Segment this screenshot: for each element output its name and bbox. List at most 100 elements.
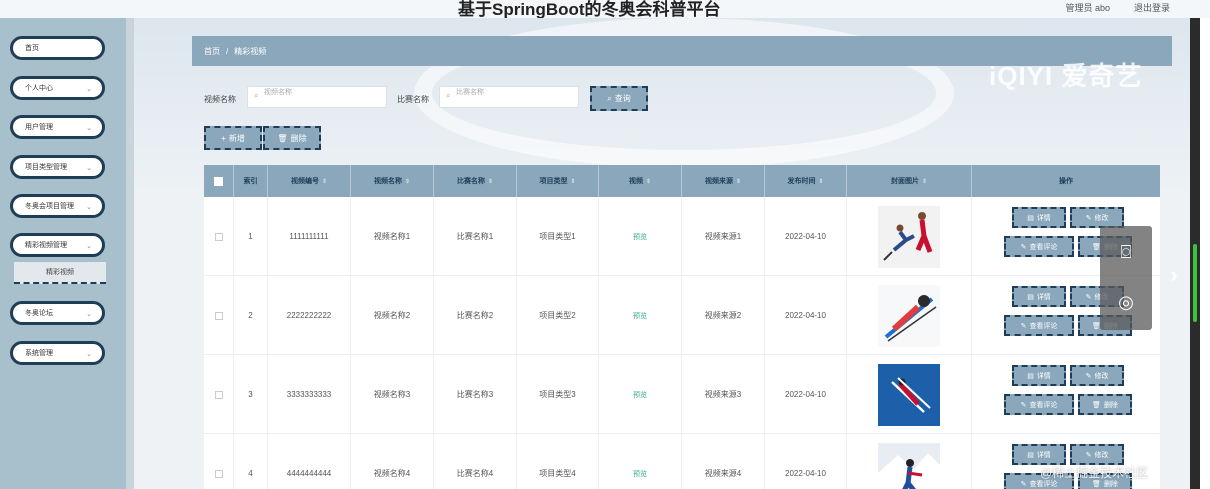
cover-image-alpine-ski[interactable] — [878, 442, 940, 489]
detail-label: 详情 — [1036, 451, 1051, 459]
sidebar-item-label: 项目类型管理 — [25, 164, 67, 171]
sort-icon[interactable]: ⇕ — [570, 178, 575, 185]
column-header-cover[interactable]: 封面图片 ⇕ — [847, 165, 972, 197]
sidebar-item-olympic-projects[interactable]: 冬奥会项目管理 ⌄ — [10, 194, 105, 218]
breadcrumb-home[interactable]: 首页 — [204, 46, 220, 57]
app-title: 基于SpringBoot的冬奥会科普平台 — [458, 0, 721, 19]
edit-button[interactable]: ✎修改 — [1070, 365, 1124, 386]
sort-icon[interactable]: ⇕ — [322, 178, 327, 185]
edit-icon: ✎ — [1020, 401, 1027, 409]
query-button-label: 查询 — [614, 94, 631, 103]
table-row: 1 1111111111 视频名称1 比赛名称1 项目类型1 预览 视频来源1 … — [204, 197, 1160, 276]
breadcrumb-separator: / — [226, 46, 229, 56]
sidebar-item-users[interactable]: 用户管理 ⌄ — [10, 115, 105, 139]
column-header-source[interactable]: 视频来源 ⇕ — [682, 165, 765, 197]
cell-video-preview-link[interactable]: 预览 — [599, 355, 682, 434]
detail-button[interactable]: ▤ 详情 — [1012, 444, 1066, 465]
sort-icon[interactable]: ⇕ — [922, 178, 927, 185]
chevron-down-icon: ⌄ — [86, 351, 92, 358]
cell-source: 视频来源1 — [682, 197, 765, 276]
edit-button[interactable]: ✎修改 — [1070, 207, 1124, 228]
cover-image-ski-jump[interactable] — [878, 284, 940, 347]
user-info: 管理员 abo — [1065, 3, 1110, 13]
sort-icon[interactable]: ⇕ — [488, 178, 493, 185]
sort-icon[interactable]: ⇕ — [818, 178, 823, 185]
row-checkbox[interactable] — [214, 469, 223, 478]
cover-image-ski-jump-sky[interactable] — [878, 363, 940, 426]
comments-label: 查看评论 — [1029, 322, 1058, 330]
cell-video-preview-link[interactable]: 预览 — [599, 434, 682, 489]
cell-video-no: 2222222222 — [268, 276, 351, 355]
row-checkbox-cell[interactable] — [204, 197, 234, 276]
detail-button[interactable]: ▤ 详情 — [1012, 365, 1066, 386]
sort-icon[interactable]: ⇕ — [646, 178, 651, 185]
match-name-placeholder: 比赛名称 — [456, 89, 484, 96]
header-checkbox-cell[interactable] — [204, 165, 234, 197]
column-header-video-no[interactable]: 视频编号 ⇕ — [268, 165, 351, 197]
cell-video-name: 视频名称1 — [351, 197, 434, 276]
sidebar-item-profile[interactable]: 个人中心 ⌄ — [10, 76, 105, 100]
search-icon: ⌕ — [607, 93, 612, 103]
row-delete-button[interactable]: 🗑删除 — [1078, 394, 1132, 415]
detail-button[interactable]: ▤ 详情 — [1012, 286, 1066, 307]
sidebar-subitem-videos[interactable]: 精彩视频 — [14, 262, 106, 284]
table-row: 4 4444444444 视频名称4 比赛名称4 项目类型4 预览 视频来源4 … — [204, 434, 1160, 489]
column-header-video[interactable]: 视频 ⇕ — [599, 165, 682, 197]
detail-button[interactable]: ▤ 详情 — [1012, 207, 1066, 228]
cell-date: 2022-04-10 — [765, 355, 847, 434]
video-name-input[interactable]: ⌕ 视频名称 — [247, 86, 387, 108]
sidebar-item-system[interactable]: 系统管理 ⌄ — [10, 341, 105, 365]
delete-button[interactable]: 🗑 删除 — [263, 126, 321, 150]
juejin-watermark: @稀土掘金技术社区 — [1040, 466, 1149, 480]
detail-icon: ▤ — [1027, 451, 1034, 459]
match-name-input[interactable]: ⌕ 比赛名称 — [439, 86, 579, 108]
row-checkbox[interactable] — [214, 311, 223, 320]
column-header-video-name[interactable]: 视频名称 ⇕ — [351, 165, 434, 197]
scrollbar-thumb[interactable] — [1193, 244, 1197, 322]
sidebar-item-forum[interactable]: 冬奥论坛 ⌄ — [10, 301, 105, 325]
row-checkbox[interactable] — [214, 390, 223, 399]
column-header-date[interactable]: 发布时间 ⇕ — [765, 165, 847, 197]
cell-cover — [847, 276, 972, 355]
row-checkbox-cell[interactable] — [204, 434, 234, 489]
sidebar-item-project-types[interactable]: 项目类型管理 ⌄ — [10, 155, 105, 179]
cell-project-type: 项目类型4 — [517, 434, 599, 489]
select-all-checkbox[interactable] — [214, 176, 223, 186]
column-header-project-type[interactable]: 项目类型 ⇕ — [517, 165, 599, 197]
detail-icon: ▤ — [1027, 372, 1034, 380]
column-header-label: 发布时间 — [787, 178, 816, 185]
record-target-icon[interactable]: ◎ — [1114, 290, 1138, 314]
edit-icon: ✎ — [1020, 243, 1027, 251]
cell-video-preview-link[interactable]: 预览 — [599, 276, 682, 355]
chevron-right-icon[interactable]: › — [1162, 262, 1186, 292]
cell-match-name: 比赛名称4 — [434, 434, 517, 489]
delete-button-label: 删除 — [290, 133, 307, 143]
delete-label: 删除 — [1103, 401, 1118, 409]
search-icon: ⌕ — [446, 91, 451, 100]
comments-button[interactable]: ✎ 查看评论 — [1004, 394, 1074, 415]
sidebar-item-home[interactable]: 首页 — [10, 36, 105, 60]
screenshot-camera-icon[interactable]: ⌼ — [1114, 240, 1138, 264]
logout-link[interactable]: 退出登录 — [1134, 1, 1170, 14]
chevron-down-icon: ⌄ — [86, 125, 92, 132]
column-header-label: 封面图片 — [890, 178, 919, 185]
sort-icon[interactable]: ⇕ — [736, 178, 741, 185]
column-header-label: 视频来源 — [704, 178, 733, 185]
query-button[interactable]: ⌕ 查询 — [590, 86, 648, 111]
sort-icon[interactable]: ⇕ — [405, 178, 410, 185]
edit-button[interactable]: ✎修改 — [1070, 444, 1124, 465]
row-checkbox[interactable] — [214, 232, 223, 241]
sidebar-item-videos[interactable]: 精彩视频管理 ⌄ — [10, 233, 105, 257]
cell-video-preview-link[interactable]: 预览 — [599, 197, 682, 276]
top-bar: 基于SpringBoot的冬奥会科普平台 管理员 abo 退出登录 — [0, 0, 1210, 19]
row-checkbox-cell[interactable] — [204, 355, 234, 434]
row-checkbox-cell[interactable] — [204, 276, 234, 355]
cell-project-type: 项目类型3 — [517, 355, 599, 434]
comments-button[interactable]: ✎ 查看评论 — [1004, 315, 1074, 336]
vertical-scrollbar[interactable] — [1190, 18, 1200, 489]
column-header-match-name[interactable]: 比赛名称 ⇕ — [434, 165, 517, 197]
cover-image-figure-skating[interactable] — [878, 205, 940, 268]
comments-button[interactable]: ✎ 查看评论 — [1004, 236, 1074, 257]
add-button[interactable]: + 新增 — [204, 126, 262, 150]
table-header: 索引 视频编号 ⇕ 视频名称 ⇕ 比赛名称 ⇕ 项目类型 ⇕ 视频 ⇕ 视频来源 ⇕ 发布时… — [204, 165, 1160, 197]
